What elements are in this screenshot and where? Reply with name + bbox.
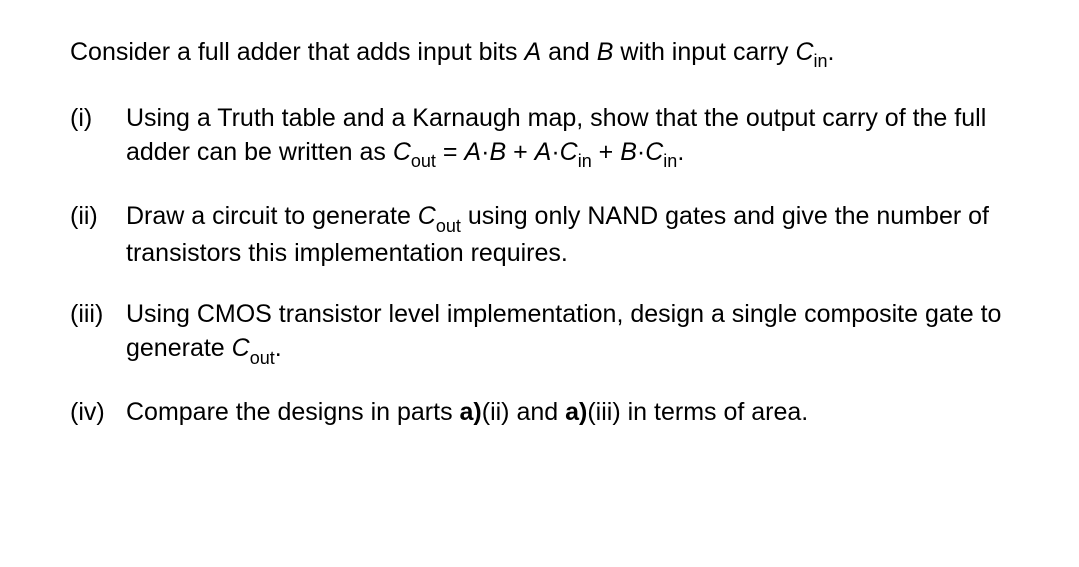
bold-label: a) (565, 398, 587, 426)
var-C: C (393, 138, 411, 166)
var-C: C (418, 202, 436, 230)
item-marker: (ii) (70, 200, 126, 270)
body-text: (ii) and (482, 398, 565, 426)
intro-text: and (541, 38, 597, 66)
var-A: A (464, 138, 481, 166)
subscript-in: in (663, 151, 677, 171)
item-body: Compare the designs in parts a)(ii) and … (126, 396, 1009, 430)
var-C: C (645, 138, 663, 166)
item-marker: (i) (70, 102, 126, 172)
var-A: A (524, 38, 541, 66)
var-B: B (597, 38, 614, 66)
plus: + (592, 138, 621, 166)
item-body: Draw a circuit to generate Cout using on… (126, 200, 1009, 270)
body-text: Compare the designs in parts (126, 398, 460, 426)
subscript-in: in (578, 151, 592, 171)
body-text: Draw a circuit to generate (126, 202, 418, 230)
var-B: B (489, 138, 506, 166)
var-B: B (620, 138, 637, 166)
intro-text: with input carry (613, 38, 795, 66)
bold-label: a) (460, 398, 482, 426)
var-C: C (232, 334, 250, 362)
subscript-out: out (436, 216, 461, 236)
var-A: A (535, 138, 552, 166)
equals: = (436, 138, 465, 166)
document-body: Consider a full adder that adds input bi… (0, 0, 1079, 494)
intro-text: Consider a full adder that adds input bi… (70, 38, 524, 66)
subscript-out: out (250, 348, 275, 368)
intro-paragraph: Consider a full adder that adds input bi… (70, 36, 1009, 72)
subscript-in: in (814, 51, 828, 71)
var-C: C (560, 138, 578, 166)
list-item: (i) Using a Truth table and a Karnaugh m… (70, 102, 1009, 172)
dot: · (551, 138, 559, 166)
item-marker: (iv) (70, 396, 126, 430)
period: . (677, 138, 684, 166)
subscript-out: out (411, 151, 436, 171)
list-item: (iv) Compare the designs in parts a)(ii)… (70, 396, 1009, 430)
item-body: Using CMOS transistor level implementati… (126, 298, 1009, 368)
intro-period: . (828, 38, 835, 66)
list-item: (ii) Draw a circuit to generate Cout usi… (70, 200, 1009, 270)
list-item: (iii) Using CMOS transistor level implem… (70, 298, 1009, 368)
body-text: (iii) in terms of area. (587, 398, 808, 426)
plus: + (506, 138, 535, 166)
dot: · (637, 138, 645, 166)
item-body: Using a Truth table and a Karnaugh map, … (126, 102, 1009, 172)
item-marker: (iii) (70, 298, 126, 368)
period: . (275, 334, 282, 362)
var-C: C (795, 38, 813, 66)
